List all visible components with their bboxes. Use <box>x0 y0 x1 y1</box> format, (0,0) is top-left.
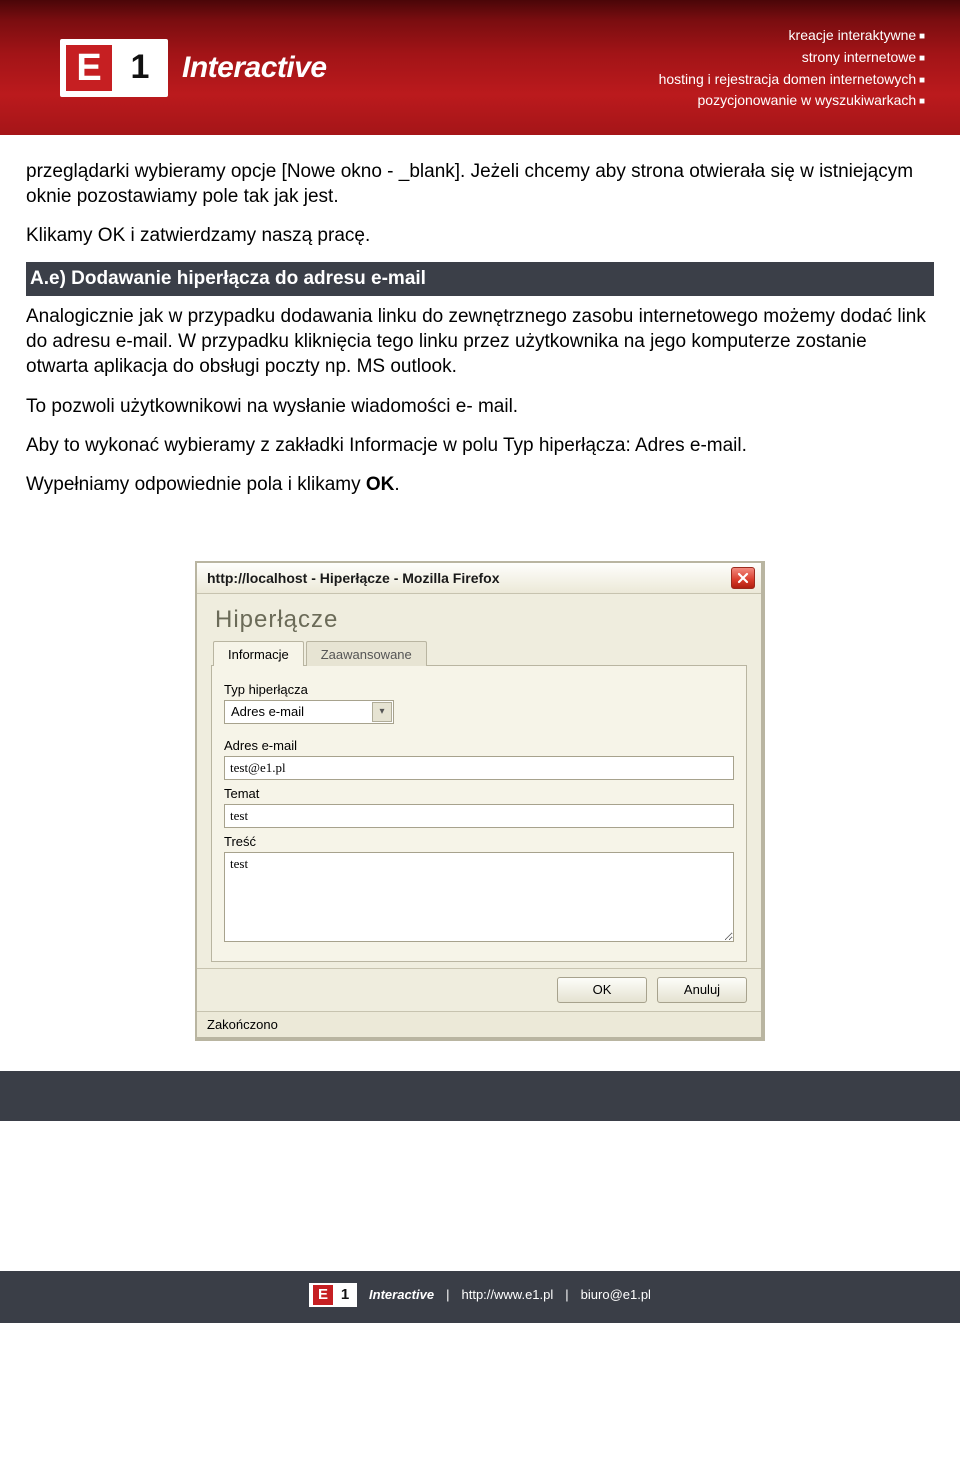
footer-email[interactable]: biuro@e1.pl <box>581 1287 651 1302</box>
paragraph-text: Wypełniamy odpowiednie pola i klikamy <box>26 474 366 495</box>
logo-digit-1: 1 <box>337 1286 353 1303</box>
logo: E 1 Interactive <box>60 39 327 97</box>
page-footer: E 1 Interactive | http://www.e1.pl | biu… <box>0 1271 960 1323</box>
tagline: kreacje interaktywne <box>659 25 925 47</box>
select-value: Adres e-mail <box>231 704 304 719</box>
hyperlink-type-select[interactable]: Adres e-mail ▾ <box>224 700 394 724</box>
article-body: przeglądarki wybieramy opcje [Nowe okno … <box>0 135 960 521</box>
logo-letter-e: E <box>66 45 112 91</box>
dialog-status: Zakończono <box>197 1011 761 1037</box>
paragraph: Wypełniamy odpowiednie pola i klikamy OK… <box>26 472 934 497</box>
separator: | <box>446 1287 449 1302</box>
dialog-tabs: Informacje Zaawansowane <box>213 640 747 665</box>
logo-badge: E 1 <box>60 39 168 97</box>
chevron-down-icon[interactable]: ▾ <box>372 702 392 722</box>
paragraph-bold: OK <box>366 474 395 495</box>
dialog-title: http://localhost - Hiperłącze - Mozilla … <box>207 570 499 586</box>
paragraph: To pozwoli użytkownikowi na wysłanie wia… <box>26 394 934 419</box>
footer-url[interactable]: http://www.e1.pl <box>461 1287 553 1302</box>
spacer <box>0 1121 960 1271</box>
tab-informacje[interactable]: Informacje <box>213 641 304 666</box>
paragraph: Analogicznie jak w przypadku dodawania l… <box>26 304 934 379</box>
body-field[interactable] <box>224 852 734 942</box>
tagline: pozycjonowanie w wyszukiwarkach <box>659 90 925 112</box>
tab-panel: Typ hiperłącza Adres e-mail ▾ Adres e-ma… <box>211 665 747 962</box>
footer-logo: E 1 <box>309 1283 357 1307</box>
tab-zaawansowane[interactable]: Zaawansowane <box>306 641 427 666</box>
paragraph: przeglądarki wybieramy opcje [Nowe okno … <box>26 159 934 209</box>
section-heading: A.e) Dodawanie hiperłącza do adresu e-ma… <box>26 262 934 296</box>
dialog-body: Hiperłącze Informacje Zaawansowane Typ h… <box>197 594 761 968</box>
cancel-button[interactable]: Anuluj <box>657 977 747 1003</box>
logo-text: Interactive <box>182 51 327 85</box>
paragraph: Klikamy OK i zatwierdzamy naszą pracę. <box>26 223 934 248</box>
subject-field[interactable] <box>224 804 734 828</box>
logo-digit-1: 1 <box>120 45 160 91</box>
dialog-figure: http://localhost - Hiperłącze - Mozilla … <box>0 521 960 1071</box>
hyperlink-dialog: http://localhost - Hiperłącze - Mozilla … <box>195 561 765 1041</box>
tagline: hosting i rejestracja domen internetowyc… <box>659 69 925 91</box>
dialog-titlebar: http://localhost - Hiperłącze - Mozilla … <box>197 563 761 594</box>
footer-brand-text: Interactive <box>369 1287 434 1302</box>
dialog-heading: Hiperłącze <box>215 606 747 634</box>
header-taglines: kreacje interaktywne strony internetowe … <box>659 23 925 112</box>
paragraph: Aby to wykonać wybieramy z zakładki Info… <box>26 433 934 458</box>
decorative-band <box>0 1071 960 1121</box>
ok-button[interactable]: OK <box>557 977 647 1003</box>
tagline: strony internetowe <box>659 47 925 69</box>
logo-letter-e: E <box>313 1285 333 1305</box>
label-email: Adres e-mail <box>224 738 734 753</box>
label-body: Treść <box>224 834 734 849</box>
dialog-button-row: OK Anuluj <box>197 968 761 1011</box>
label-type: Typ hiperłącza <box>224 682 734 697</box>
close-icon[interactable] <box>731 567 755 589</box>
label-subject: Temat <box>224 786 734 801</box>
email-field[interactable] <box>224 756 734 780</box>
paragraph-text: . <box>394 474 399 495</box>
page-header: E 1 Interactive kreacje interaktywne str… <box>0 0 960 135</box>
separator: | <box>565 1287 568 1302</box>
